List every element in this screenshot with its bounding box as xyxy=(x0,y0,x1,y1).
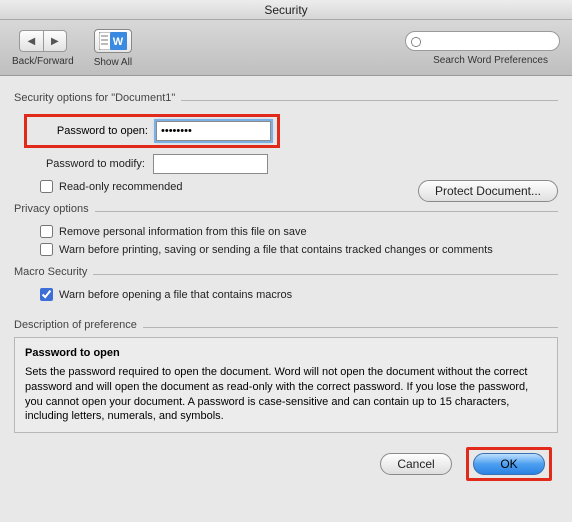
description-title: Password to open xyxy=(25,346,547,361)
divider xyxy=(181,100,558,101)
window-title: Security xyxy=(0,0,572,20)
remove-personal-label: Remove personal information from this fi… xyxy=(59,226,307,238)
back-forward-group: ◀ ▶ Back/Forward xyxy=(12,30,74,67)
back-button[interactable]: ◀ xyxy=(19,30,43,52)
description-group: Description of preference Password to op… xyxy=(14,319,558,433)
macro-security-group: Macro Security Warn before opening a fil… xyxy=(14,266,558,301)
password-open-label: Password to open: xyxy=(33,125,148,137)
password-modify-label: Password to modify: xyxy=(30,158,145,170)
word-icon: W xyxy=(99,32,127,50)
description-group-label: Description of preference xyxy=(14,319,137,331)
password-open-highlight: Password to open: xyxy=(24,114,280,148)
privacy-options-group: Privacy options Remove personal informat… xyxy=(14,203,558,256)
toolbar: ◀ ▶ Back/Forward W Show All Search Word … xyxy=(0,20,572,76)
description-body: Sets the password required to open the d… xyxy=(25,366,528,423)
warn-print-label: Warn before printing, saving or sending … xyxy=(59,244,493,256)
privacy-group-label: Privacy options xyxy=(14,203,89,215)
warn-macro-checkbox[interactable] xyxy=(40,288,53,301)
ok-button[interactable]: OK xyxy=(473,453,545,475)
protect-document-button[interactable]: Protect Document... xyxy=(418,180,558,202)
divider xyxy=(95,211,558,212)
search-input[interactable] xyxy=(405,31,560,51)
password-open-input[interactable] xyxy=(156,121,271,141)
security-options-group: Security options for "Document1" Passwor… xyxy=(14,92,558,193)
ok-highlight: OK xyxy=(466,447,552,481)
show-all-label: Show All xyxy=(94,57,132,68)
warn-macro-label: Warn before opening a file that contains… xyxy=(59,289,292,301)
description-box: Password to open Sets the password requi… xyxy=(14,337,558,433)
search-group: Search Word Preferences xyxy=(405,31,560,66)
dialog-buttons: Cancel OK xyxy=(14,447,558,481)
cancel-button[interactable]: Cancel xyxy=(380,453,452,475)
remove-personal-checkbox[interactable] xyxy=(40,225,53,238)
svg-text:W: W xyxy=(113,36,124,48)
divider xyxy=(143,327,558,328)
show-all-button[interactable]: W xyxy=(94,29,132,53)
search-label: Search Word Preferences xyxy=(433,55,548,66)
show-all-group: W Show All xyxy=(94,29,132,68)
security-group-label: Security options for "Document1" xyxy=(14,92,175,104)
forward-button[interactable]: ▶ xyxy=(43,30,67,52)
macro-group-label: Macro Security xyxy=(14,266,87,278)
divider xyxy=(93,274,558,275)
readonly-label: Read-only recommended xyxy=(59,181,183,193)
warn-print-checkbox[interactable] xyxy=(40,243,53,256)
readonly-checkbox[interactable] xyxy=(40,180,53,193)
back-forward-label: Back/Forward xyxy=(12,56,74,67)
password-modify-input[interactable] xyxy=(153,154,268,174)
